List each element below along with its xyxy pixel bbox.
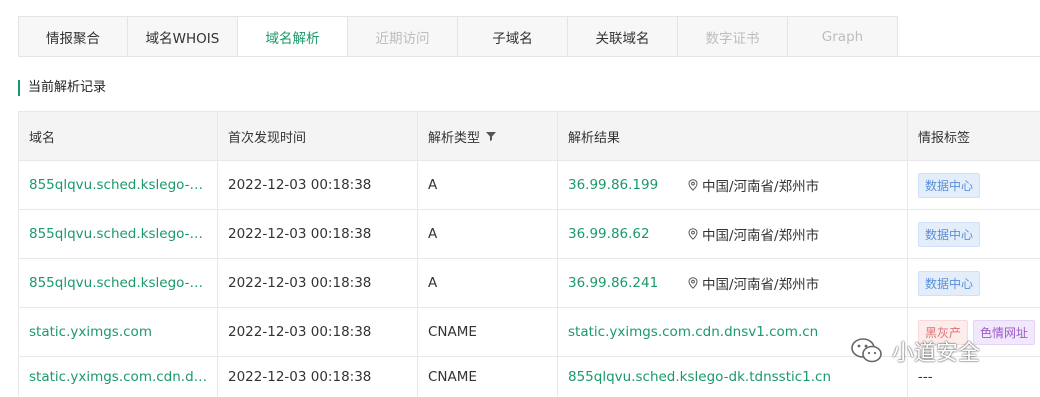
tag-datacenter[interactable]: 数据中心 — [918, 270, 981, 296]
first-seen-time: 2022-12-03 00:18:38 — [218, 308, 418, 356]
first-seen-time: 2022-12-03 00:18:38 — [218, 210, 418, 258]
location: 中国/河南省/郑州市 — [688, 175, 819, 195]
tab-domain-whois[interactable]: 域名WHOIS — [128, 16, 238, 57]
table-row: 855qlqvu.sched.kslego-dk.tdnsstic1.cn 20… — [18, 210, 1040, 259]
table-row: 855qlqvu.sched.kslego-dk.tdnsstic1.cn 20… — [18, 259, 1040, 308]
record-type: A — [418, 259, 558, 307]
result-link[interactable]: 36.99.86.62 — [568, 226, 688, 242]
tab-divider — [18, 56, 1040, 57]
location-text: 中国/河南省/郑州市 — [702, 179, 820, 195]
tab-subdomains[interactable]: 子域名 — [458, 16, 568, 57]
result-link[interactable]: static.yximgs.com.cdn.dnsv1.com.cn — [568, 324, 818, 340]
watermark: 小道安全 — [850, 335, 980, 367]
header-record-type-label: 解析类型 — [428, 130, 481, 146]
tab-bar: 情报聚合 域名WHOIS 域名解析 近期访问 子域名 关联域名 数字证书 Gra… — [18, 16, 898, 57]
record-type: CNAME — [418, 357, 558, 397]
domain-link[interactable]: static.yximgs.com — [29, 324, 152, 340]
table-row: 855qlqvu.sched.kslego-dk.tdnsstic1.cn 20… — [18, 161, 1040, 210]
section-title: 当前解析记录 — [18, 80, 106, 96]
header-result: 解析结果 — [558, 112, 908, 160]
location: 中国/河南省/郑州市 — [688, 273, 819, 293]
header-tags: 情报标签 — [918, 130, 971, 146]
domain-link[interactable]: 855qlqvu.sched.kslego-dk.tdnsstic1.cn — [29, 275, 211, 291]
header-first-seen: 首次发现时间 — [218, 112, 418, 160]
result-link[interactable]: 36.99.86.199 — [568, 177, 688, 193]
tab-certificates[interactable]: 数字证书 — [678, 16, 788, 57]
location-pin-icon — [688, 277, 698, 289]
location: 中国/河南省/郑州市 — [688, 224, 819, 244]
first-seen-time: 2022-12-03 00:18:38 — [218, 161, 418, 209]
location-pin-icon — [688, 179, 698, 191]
domain-link[interactable]: 855qlqvu.sched.kslego-dk.tdnsstic1.cn — [29, 177, 211, 193]
location-pin-icon — [688, 228, 698, 240]
first-seen-time: 2022-12-03 00:18:38 — [218, 259, 418, 307]
location-text: 中国/河南省/郑州市 — [702, 277, 820, 293]
watermark-text: 小道安全 — [892, 341, 981, 366]
tag-datacenter[interactable]: 数据中心 — [918, 221, 981, 247]
tab-graph[interactable]: Graph — [788, 16, 898, 57]
tag-datacenter[interactable]: 数据中心 — [918, 172, 981, 198]
record-type: CNAME — [418, 308, 558, 356]
tab-intel-aggregation[interactable]: 情报聚合 — [18, 16, 128, 57]
record-type: A — [418, 210, 558, 258]
wechat-icon — [851, 338, 882, 363]
location-text: 中国/河南省/郑州市 — [702, 228, 820, 244]
record-type: A — [418, 161, 558, 209]
tag-porn-site[interactable]: 色情网址 — [973, 319, 1036, 345]
first-seen-time: 2022-12-03 00:18:38 — [218, 357, 418, 397]
result-link[interactable]: 855qlqvu.sched.kslego-dk.tdnsstic1.cn — [568, 369, 831, 385]
tab-recent-visits[interactable]: 近期访问 — [348, 16, 458, 57]
header-record-type: 解析类型 — [418, 112, 558, 160]
filter-icon[interactable] — [486, 131, 497, 141]
header-domain: 域名 — [18, 112, 218, 160]
domain-link[interactable]: 855qlqvu.sched.kslego-dk.tdnsstic1.cn — [29, 226, 211, 242]
table-header-row: 域名 首次发现时间 解析类型 解析结果 情报标签 — [18, 112, 1040, 161]
tab-related-domains[interactable]: 关联域名 — [568, 16, 678, 57]
result-link[interactable]: 36.99.86.241 — [568, 275, 688, 291]
tab-dns-resolution[interactable]: 域名解析 — [238, 16, 348, 57]
domain-link[interactable]: static.yximgs.com.cdn.dnsv1.com.cn — [29, 369, 211, 385]
